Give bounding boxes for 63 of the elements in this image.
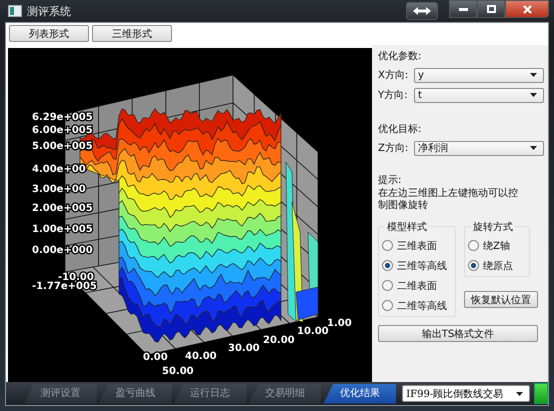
double-arrow-icon — [413, 7, 431, 15]
hint-text: 在左边三维图上左键拖动可以控制图像旋转 — [378, 188, 518, 212]
view-button[interactable]: 三维形式 — [92, 25, 172, 42]
status-indicator — [534, 383, 548, 404]
axis-label: 10.00 — [297, 326, 329, 337]
group-title: 模型样式 — [385, 220, 429, 234]
close-icon — [522, 4, 532, 14]
maximize-icon — [486, 5, 496, 13]
radio-button[interactable] — [382, 280, 393, 291]
caret-icon — [530, 146, 537, 150]
minimize-button[interactable] — [449, 0, 477, 18]
maximize-button[interactable] — [477, 0, 505, 18]
export-button[interactable]: 输出TS格式文件 — [378, 325, 538, 342]
dropdown[interactable]: 净利润 — [414, 140, 544, 156]
axis-label: 3.00e+00 — [32, 184, 86, 195]
section-title: 提示: — [378, 174, 402, 188]
axis-label: 4.00e+00 — [32, 164, 86, 175]
axis-label: 2.00e+005 — [32, 203, 93, 214]
dropdown[interactable]: y — [414, 68, 544, 82]
axis-label: 0.00 — [143, 352, 168, 363]
radio-button[interactable] — [382, 300, 393, 311]
axis-label: 20.00 — [263, 335, 295, 346]
app-icon — [8, 5, 22, 17]
field-label: Z方向: — [378, 142, 410, 155]
tab[interactable]: 测评设置 — [24, 384, 97, 404]
radio-button[interactable] — [468, 240, 479, 251]
axis-label: 6.29e+005 — [32, 112, 93, 123]
section-title: 优化参数: — [378, 50, 422, 64]
axis-label: 0.00e+000 — [32, 245, 93, 256]
reset-button[interactable]: 恢复默认位置 — [464, 291, 538, 308]
caret-icon — [530, 93, 537, 97]
tab[interactable]: 运行日志 — [174, 384, 247, 404]
group-title: 旋转方式 — [471, 220, 515, 234]
radio-button[interactable] — [382, 260, 393, 271]
radio-label[interactable]: 三维表面 — [397, 238, 437, 252]
tab[interactable]: 优化结果 — [323, 384, 396, 404]
dropdown[interactable]: t — [414, 88, 544, 102]
radio-button[interactable] — [468, 260, 479, 271]
tab[interactable]: 盈亏曲线 — [98, 384, 172, 404]
field-label: X方向: — [378, 68, 410, 82]
caret-icon — [530, 73, 537, 77]
minimize-icon — [458, 8, 468, 10]
resize-button[interactable] — [406, 2, 438, 20]
axis-label: 1.00e+005 — [32, 224, 93, 235]
radio-label[interactable]: 绕原点 — [483, 258, 513, 272]
axis-label: 30.00 — [228, 343, 260, 354]
axis-label: 6.00e+005 — [32, 125, 93, 136]
field-label: Y方向: — [378, 88, 408, 102]
close-button[interactable] — [505, 0, 549, 18]
view-button[interactable]: 列表形式 — [9, 25, 89, 42]
axis-label: 40.00 — [185, 351, 217, 362]
section-title: 优化目标: — [378, 122, 422, 137]
dropdown[interactable]: IF99-顾比倒数线交易 — [402, 385, 530, 402]
radio-label[interactable]: 三维等高线 — [397, 258, 447, 272]
caret-icon — [516, 392, 524, 396]
radio-label[interactable]: 二维表面 — [397, 278, 437, 292]
axis-label: 1.00 — [327, 318, 352, 329]
tab[interactable]: 交易明细 — [248, 384, 322, 404]
window-title: 测评系统 — [27, 4, 71, 18]
radio-label[interactable]: 绕Z轴 — [483, 238, 510, 252]
axis-label: 50.00 — [162, 366, 194, 377]
radio-label[interactable]: 二维等高线 — [397, 298, 447, 312]
radio-button[interactable] — [382, 240, 393, 251]
